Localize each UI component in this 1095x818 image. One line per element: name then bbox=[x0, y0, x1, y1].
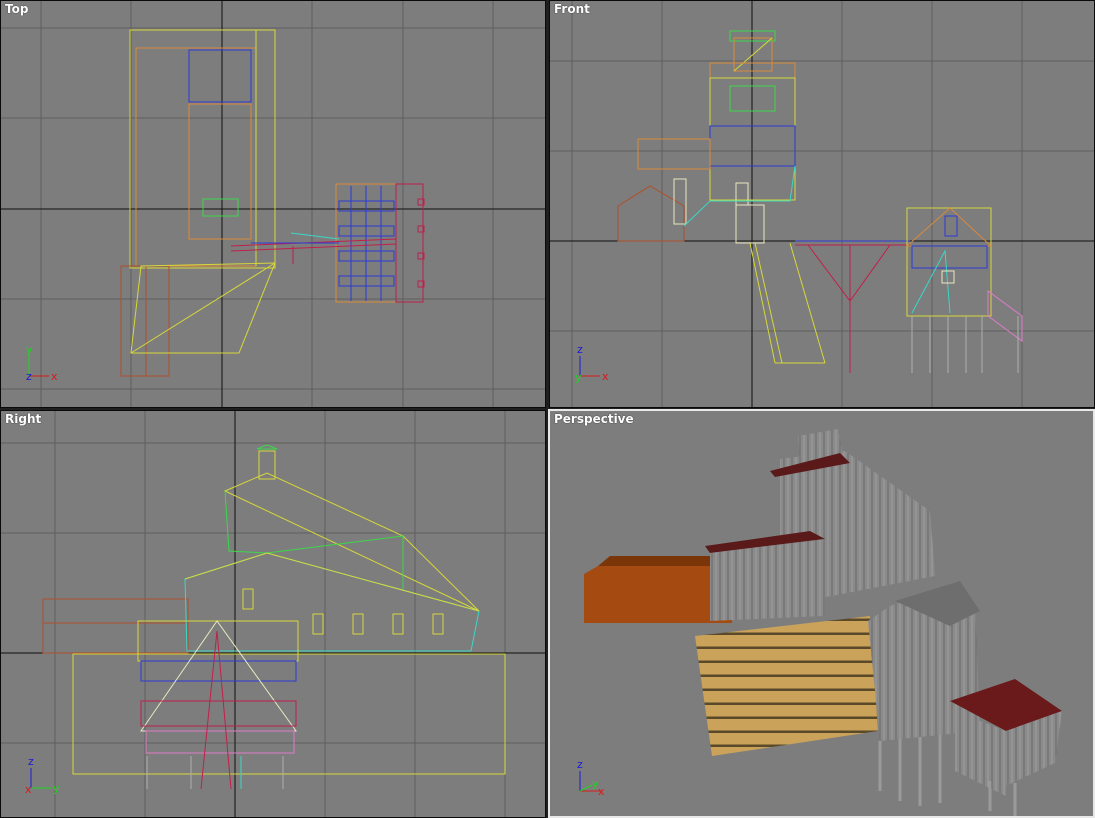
viewport-top[interactable]: Top y x z bbox=[0, 0, 546, 408]
axis-label-y: y bbox=[53, 782, 60, 795]
axis-label-x: x bbox=[602, 370, 609, 383]
viewport-label-front[interactable]: Front bbox=[554, 2, 590, 16]
axis-label-z: z bbox=[577, 758, 583, 771]
axis-label-z: z bbox=[28, 755, 34, 768]
viewport-label-perspective[interactable]: Perspective bbox=[554, 412, 634, 426]
axis-tripod-icon: z x y bbox=[577, 758, 605, 798]
viewport-label-top[interactable]: Top bbox=[5, 2, 28, 16]
viewport-perspective[interactable]: Perspective z x y bbox=[548, 409, 1095, 818]
wireframe-front bbox=[617, 30, 1023, 373]
wireframe-top bbox=[120, 29, 425, 377]
right-view-canvas[interactable]: z y x bbox=[1, 411, 546, 818]
viewport-front[interactable]: Front z x y bbox=[549, 0, 1095, 408]
wireframe-right bbox=[42, 444, 506, 790]
mill-building-render bbox=[584, 429, 1062, 816]
grid-axes bbox=[1, 1, 545, 407]
axis-label-z: z bbox=[26, 370, 32, 383]
axis-label-y: y bbox=[26, 343, 33, 356]
viewport-label-right[interactable]: Right bbox=[5, 412, 41, 426]
top-view-canvas[interactable]: y x z bbox=[1, 1, 546, 408]
axis-label-x: x bbox=[51, 370, 58, 383]
axis-tripod-icon: y x z bbox=[26, 343, 58, 383]
axis-label-x: x bbox=[598, 785, 605, 798]
viewport-right[interactable]: Right z y x bbox=[0, 410, 546, 818]
front-view-canvas[interactable]: z x y bbox=[550, 1, 1095, 408]
axis-label-x: x bbox=[25, 783, 32, 796]
grid bbox=[1, 1, 545, 407]
axis-label-y: y bbox=[592, 777, 599, 790]
axis-tripod-icon: z x y bbox=[575, 343, 609, 384]
axis-label-z: z bbox=[577, 343, 583, 356]
axis-label-y: y bbox=[575, 371, 582, 384]
perspective-render[interactable]: z x y bbox=[550, 411, 1095, 818]
